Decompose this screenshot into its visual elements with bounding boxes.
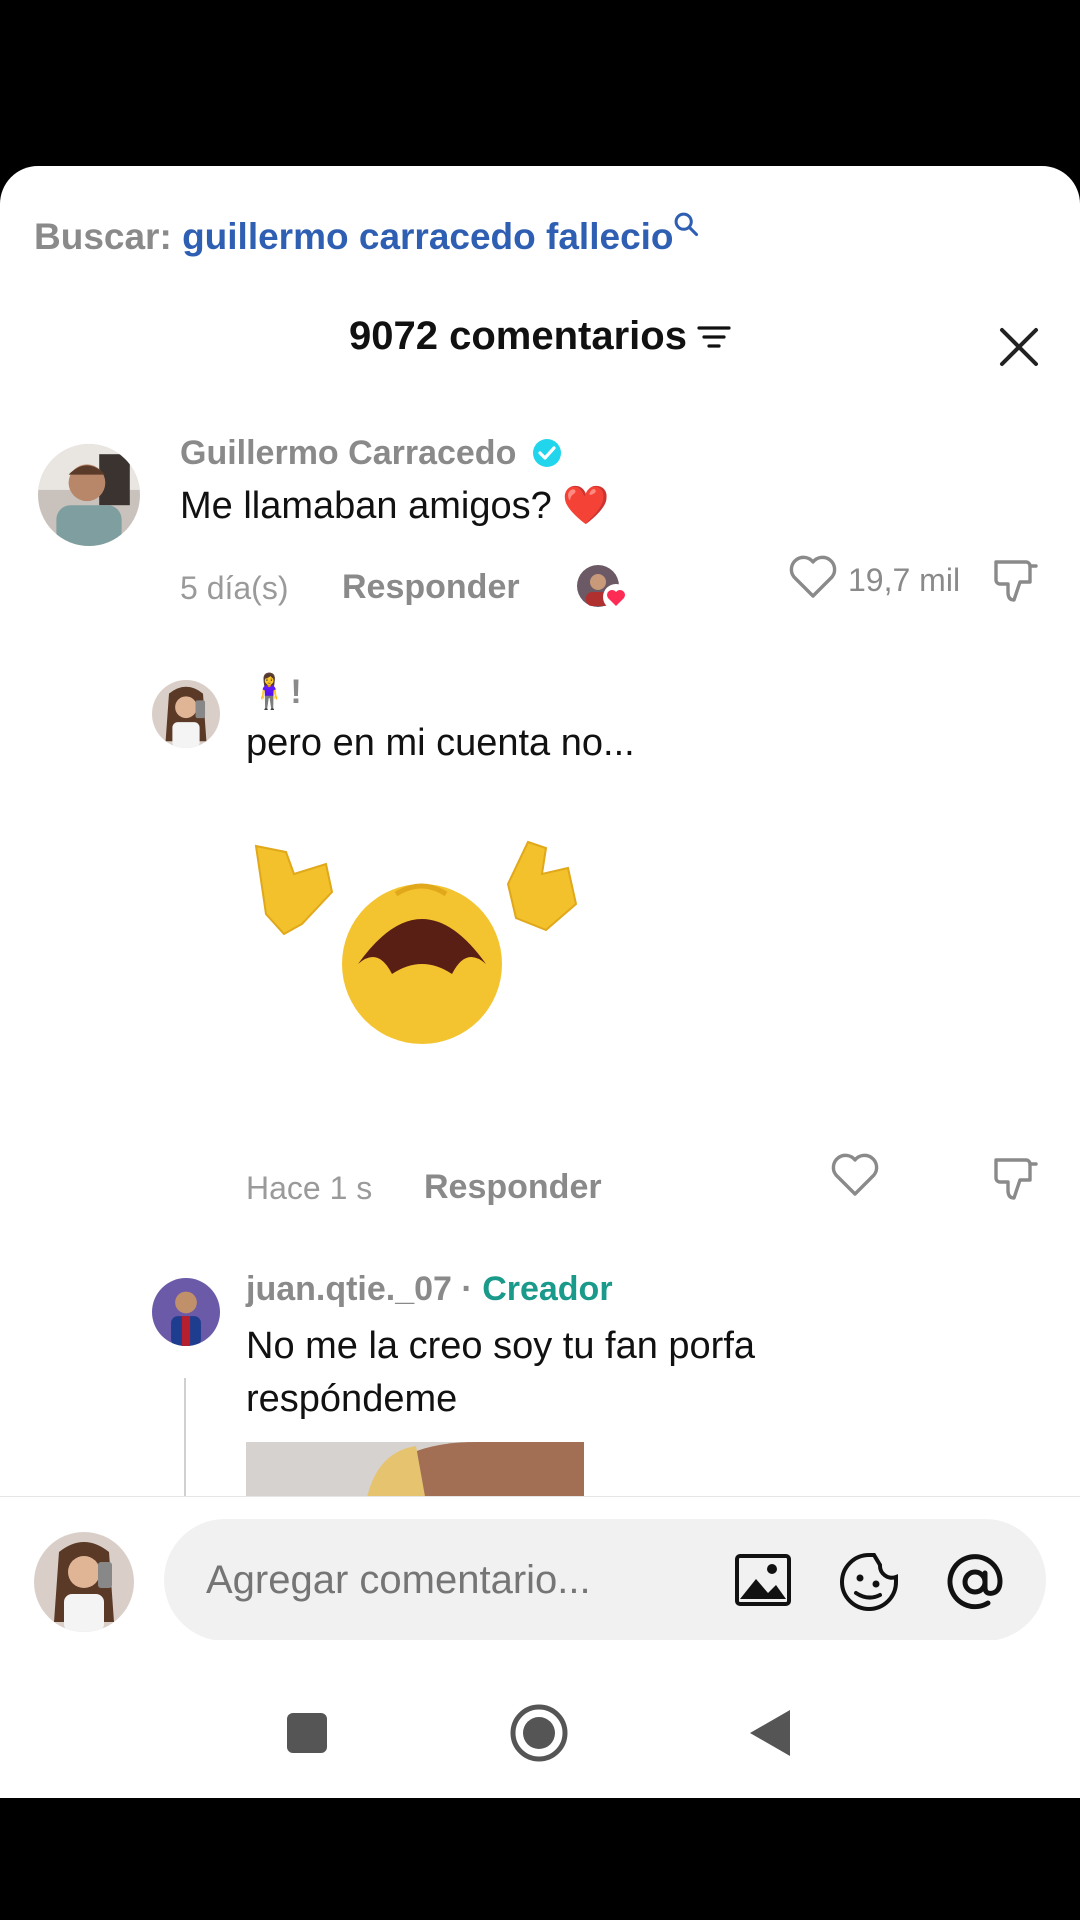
system-nav-bar (0, 1640, 1080, 1798)
search-query[interactable]: guillermo carracedo fallecio (182, 216, 673, 257)
comments-count-title: 9072 comentarios (349, 314, 687, 358)
avatar[interactable] (152, 680, 220, 748)
dislike-icon[interactable] (990, 554, 1042, 606)
dislike-icon[interactable] (990, 1152, 1042, 1204)
comment-text: Me llamaban amigos? ❤️ (180, 485, 610, 527)
comments-header: 9072 comentarios (0, 314, 1080, 359)
creator-badge: Creador (482, 1270, 613, 1308)
comment-time: 5 día(s) (180, 570, 289, 606)
comment-author[interactable]: Guillermo Carracedo (180, 434, 562, 473)
sort-icon[interactable] (697, 322, 731, 352)
search-icon (674, 212, 698, 237)
avatar[interactable] (152, 1278, 220, 1346)
sticker-icon[interactable] (838, 1551, 900, 1613)
comment-input[interactable] (204, 1557, 708, 1604)
heart-icon[interactable] (788, 554, 838, 602)
comment-photo[interactable] (246, 1442, 584, 1502)
avatar[interactable] (38, 444, 140, 546)
comment-author[interactable]: juan.qtie._07 · Creador (246, 1270, 613, 1309)
mention-icon[interactable] (944, 1551, 1006, 1613)
crying-emoji-sticker (254, 840, 578, 1044)
heart-icon[interactable] (830, 1152, 880, 1200)
verified-badge-icon (532, 439, 561, 467)
current-user-avatar[interactable] (34, 1532, 134, 1632)
creator-liked-avatar-icon (577, 565, 629, 610)
reply-button[interactable]: Responder (342, 568, 520, 607)
reply-button[interactable]: Responder (424, 1168, 602, 1207)
square-nav-icon[interactable] (286, 1712, 328, 1754)
back-nav-icon[interactable] (748, 1708, 792, 1758)
comment-input-container[interactable] (164, 1519, 1046, 1641)
search-suggestion[interactable]: Buscar: guillermo carracedo fallecio (34, 212, 698, 258)
search-prefix: Buscar: (34, 216, 172, 257)
like-count: 19,7 mil (848, 562, 961, 598)
comment-time: Hace 1 s (246, 1170, 373, 1206)
comment-text: No me la creo soy tu fan porfa respóndem… (246, 1325, 756, 1420)
comment-author[interactable]: 🧍‍♀️! (248, 672, 302, 712)
close-icon[interactable] (994, 322, 1044, 372)
comment-text: pero en mi cuenta no... (246, 722, 635, 764)
reply-thread-line (184, 1378, 186, 1498)
home-nav-icon[interactable] (510, 1704, 568, 1762)
image-icon[interactable] (734, 1553, 792, 1607)
